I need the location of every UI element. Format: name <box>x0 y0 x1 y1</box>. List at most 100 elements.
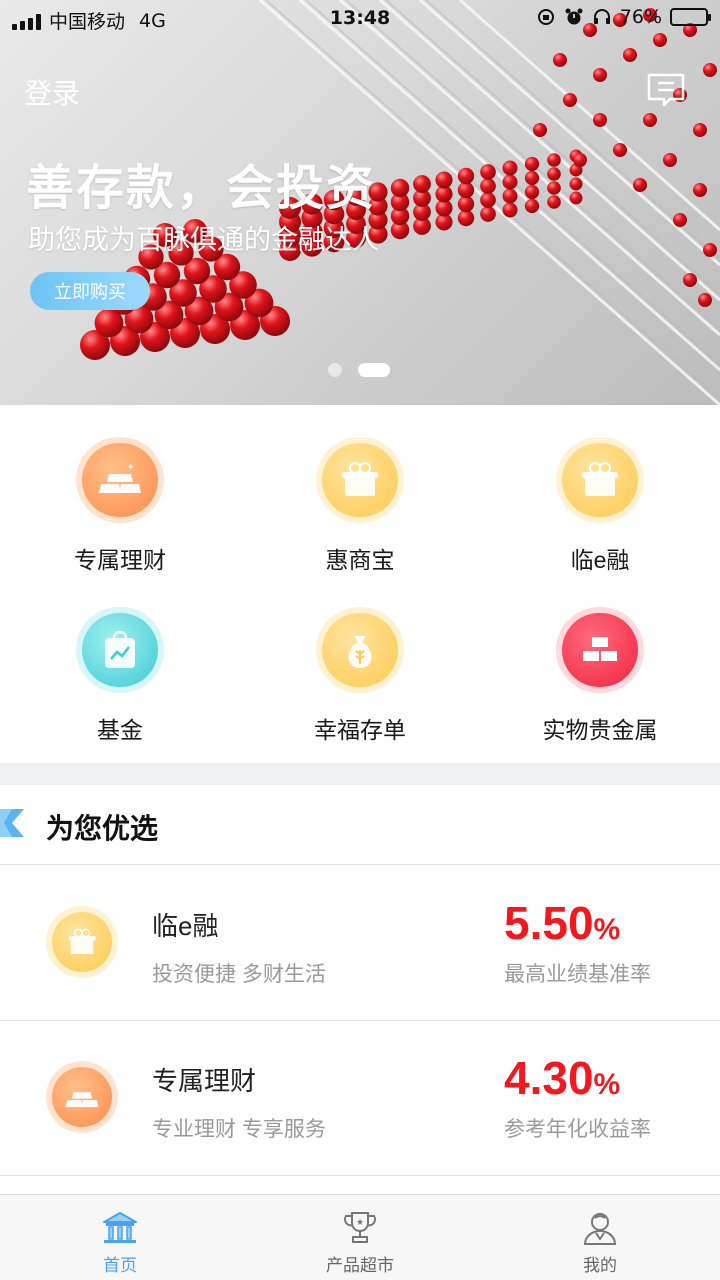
decorative-ball <box>613 143 627 157</box>
decorative-ball <box>502 202 518 218</box>
decorative-ball <box>547 167 561 181</box>
rate-unit: % <box>593 913 621 946</box>
tab-home[interactable]: 首页 <box>0 1195 240 1280</box>
battery-icon <box>670 8 711 26</box>
decorative-ball <box>435 171 453 189</box>
product-card-lin-e-rong[interactable]: 临e融 投资便捷 多财生活 5.50% 最高业绩基准率 <box>0 866 720 1021</box>
decorative-ball <box>673 213 687 227</box>
decorative-ball <box>553 53 567 67</box>
banner-title: 善存款，会投资 <box>26 162 377 215</box>
gold-bars-icon <box>52 1067 112 1127</box>
product-description: 投资便捷 多财生活 <box>152 963 326 986</box>
menu-item-precious-metal[interactable]: 实物贵金属 <box>480 575 720 745</box>
decorative-ball <box>569 177 583 191</box>
product-rate: 5.50% <box>504 896 620 950</box>
login-link[interactable]: 登录 <box>24 72 80 112</box>
decorative-ball <box>573 153 587 167</box>
decorative-ball <box>502 188 518 204</box>
tab-product-market[interactable]: ★ 产品超市 <box>240 1195 480 1280</box>
product-card-exclusive-wealth[interactable]: 专属理财 专业理财 专享服务 4.30% 参考年化收益率 <box>0 1021 720 1176</box>
menu-item-label: 基金 <box>97 717 143 743</box>
gift-box-icon <box>562 443 638 517</box>
menu-item-lin-e-rong[interactable]: 临e融 <box>480 405 720 575</box>
headphones-icon <box>592 7 612 27</box>
rate-value: 5.50 <box>504 897 594 949</box>
decorative-ball <box>569 191 583 205</box>
carousel-dot-active[interactable] <box>358 363 390 377</box>
rate-unit: % <box>593 1068 621 1101</box>
decorative-ball <box>457 195 475 213</box>
decorative-ball <box>547 153 561 167</box>
product-description: 专业理财 专享服务 <box>152 1118 326 1141</box>
decorative-ball <box>480 164 496 180</box>
bricks-icon <box>562 613 638 687</box>
decorative-ball <box>633 178 647 192</box>
decorative-ball <box>524 156 540 172</box>
product-name: 专属理财 <box>152 1066 257 1096</box>
message-icon[interactable] <box>646 72 686 108</box>
menu-item-happiness-deposit[interactable]: 幸福存单 <box>240 575 480 745</box>
decorative-ball <box>703 243 717 257</box>
decorative-ball <box>457 209 475 227</box>
decorative-ball <box>502 160 518 176</box>
money-bag-icon <box>322 613 398 687</box>
svg-text:✦: ✦ <box>127 463 135 473</box>
decorative-ball <box>563 93 577 107</box>
section-flag-icon <box>0 809 24 837</box>
buy-now-button[interactable]: 立即购买 <box>30 272 150 310</box>
decorative-ball <box>547 181 561 195</box>
decorative-ball <box>703 63 717 77</box>
decorative-ball <box>693 183 707 197</box>
decorative-ball <box>623 48 637 62</box>
decorative-ball <box>524 198 540 214</box>
decorative-ball <box>502 174 518 190</box>
menu-item-fund[interactable]: 基金 <box>0 575 240 745</box>
svg-text:★: ★ <box>356 1218 364 1228</box>
decorative-ball <box>390 178 410 198</box>
decorative-ball <box>480 192 496 208</box>
decorative-ball <box>413 175 431 193</box>
decorative-ball <box>593 113 607 127</box>
trophy-icon: ★ <box>343 1212 377 1243</box>
decorative-ball <box>593 68 607 82</box>
decorative-ball <box>683 273 697 287</box>
rotation-lock-icon <box>536 7 556 27</box>
carousel-dot[interactable] <box>328 363 342 377</box>
menu-item-huishangbao[interactable]: 惠商宝 <box>240 405 480 575</box>
decorative-ball <box>524 184 540 200</box>
decorative-ball <box>698 293 712 307</box>
rate-label: 最高业绩基准率 <box>504 963 651 986</box>
shopping-bag-chart-icon <box>82 613 158 687</box>
decorative-ball <box>524 170 540 186</box>
decorative-ball <box>480 206 496 222</box>
carousel-indicator <box>328 363 390 377</box>
alarm-icon <box>564 7 584 27</box>
bank-icon <box>103 1212 137 1243</box>
rate-label: 参考年化收益率 <box>504 1118 651 1141</box>
menu-item-label: 专属理财 <box>74 547 166 573</box>
tab-mine[interactable]: 我的 <box>480 1195 720 1280</box>
decorative-ball <box>547 195 561 209</box>
banner-subtitle: 助您成为百脉俱通的金融达人 <box>28 225 379 255</box>
decorative-ball <box>457 181 475 199</box>
gift-box-icon <box>52 912 112 972</box>
battery-percent: 76% <box>619 6 662 28</box>
status-bar: 中国移动 4G 13:48 76% <box>0 0 720 38</box>
tab-label: 我的 <box>583 1256 617 1275</box>
decorative-ball <box>693 123 707 137</box>
tab-label: 首页 <box>103 1256 137 1275</box>
rate-value: 4.30 <box>504 1052 594 1104</box>
menu-item-label: 实物贵金属 <box>542 717 658 743</box>
hero-banner[interactable]: 中国移动 4G 13:48 76% 登录 善存款，会投资 助您成为百脉俱通的金融… <box>0 0 720 405</box>
user-icon <box>583 1213 617 1245</box>
menu-item-label: 惠商宝 <box>325 547 395 573</box>
product-name: 临e融 <box>152 911 219 941</box>
section-title: 为您优选 <box>46 813 159 844</box>
bottom-tab-bar: 首页 ★ 产品超市 我的 <box>0 1194 720 1280</box>
menu-item-label: 幸福存单 <box>314 717 406 743</box>
section-divider <box>0 763 720 785</box>
menu-item-label: 临e融 <box>570 547 630 573</box>
menu-item-exclusive-wealth[interactable]: ✦ 专属理财 <box>0 405 240 575</box>
product-menu-grid: ✦ 专属理财 惠商宝 临e融 基金 幸福存单 实物贵金属 <box>0 405 720 763</box>
gift-box-icon <box>322 443 398 517</box>
